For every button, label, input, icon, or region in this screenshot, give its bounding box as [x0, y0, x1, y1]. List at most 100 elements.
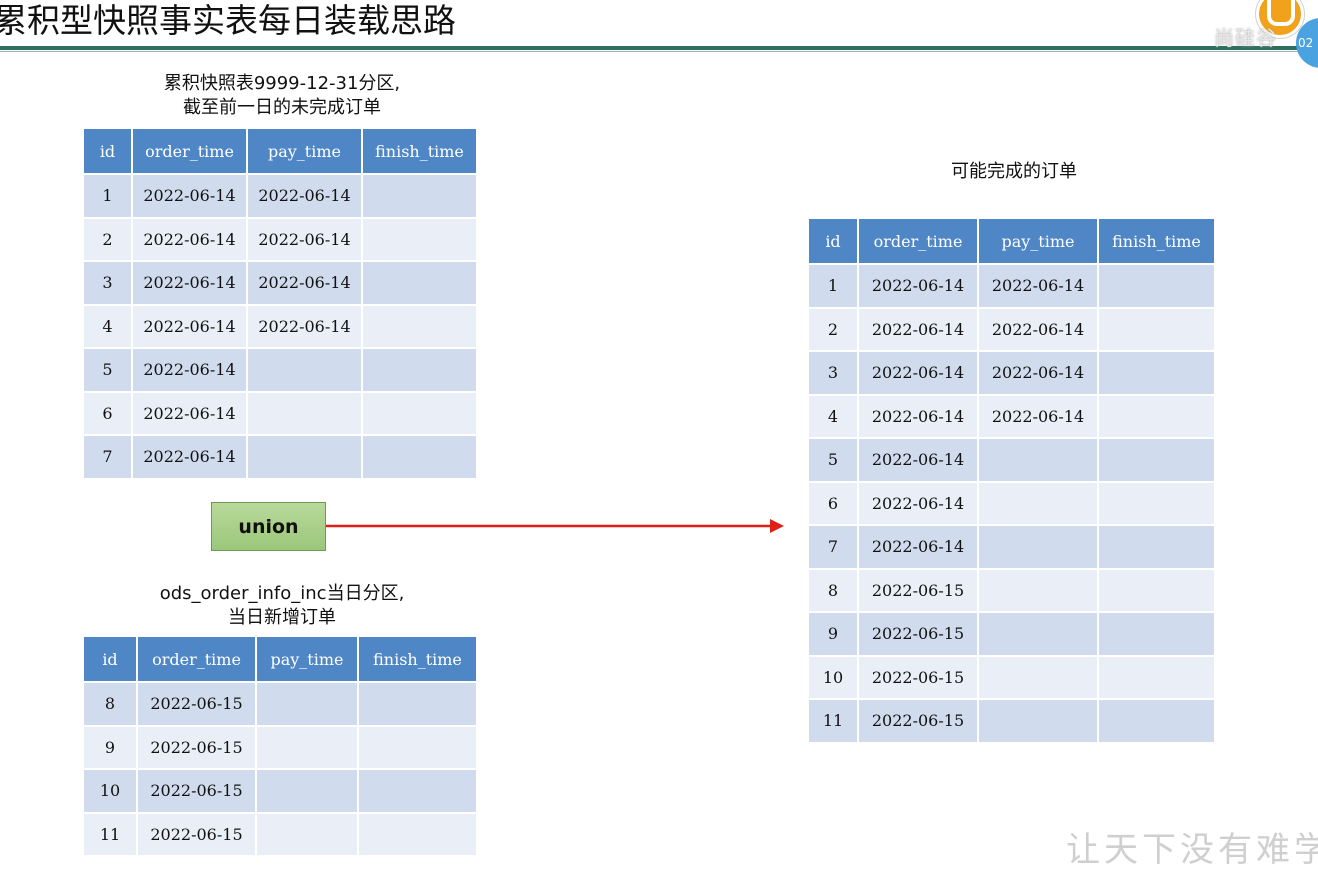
table-cell-order-time: 2022-06-14 — [859, 265, 977, 307]
table-cell-pay-time: 2022-06-14 — [979, 395, 1097, 437]
table-cell-id: 8 — [809, 569, 857, 611]
result-table-caption: 可能完成的订单 — [951, 161, 1077, 182]
table-cell-id: 10 — [809, 656, 857, 698]
table-row: 7 2022-06-14 — [809, 526, 1214, 568]
table-row: 8 2022-06-15 — [809, 569, 1214, 611]
title-underline — [0, 46, 1318, 50]
union-arrow-head-icon — [770, 519, 784, 533]
union-operator: union — [211, 502, 326, 551]
table-cell-id: 11 — [84, 813, 136, 855]
table-cell-pay-time: 2022-06-14 — [248, 262, 361, 304]
table-cell-finish-time — [363, 175, 476, 217]
column-header-order-time: order_time — [138, 637, 255, 681]
table-cell-order-time: 2022-06-15 — [859, 613, 977, 655]
table-cell-finish-time — [363, 392, 476, 434]
table-cell-finish-time — [359, 683, 476, 725]
logo-number: 02 — [1298, 36, 1314, 50]
table-row: 1 2022-06-14 2022-06-14 — [84, 175, 476, 217]
brand-logo-text: 尚硅谷 — [1214, 26, 1277, 50]
table-cell-order-time: 2022-06-15 — [138, 813, 255, 855]
table-cell-pay-time — [979, 526, 1097, 568]
table-cell-order-time: 2022-06-15 — [138, 683, 255, 725]
table-cell-pay-time: 2022-06-14 — [979, 265, 1097, 307]
column-header-id: id — [809, 219, 857, 263]
table-cell-finish-time — [1099, 482, 1214, 524]
table-cell-order-time: 2022-06-14 — [133, 392, 246, 434]
table-cell-id: 11 — [809, 700, 857, 742]
table-cell-order-time: 2022-06-14 — [133, 349, 246, 391]
table-cell-id: 7 — [84, 436, 131, 478]
table-row: 9 2022-06-15 — [809, 613, 1214, 655]
table-cell-order-time: 2022-06-14 — [133, 436, 246, 478]
table-row: 6 2022-06-14 — [84, 392, 476, 434]
table-cell-finish-time — [363, 262, 476, 304]
result-table: id order_time pay_time finish_time 1 2022-06… — [807, 217, 1216, 744]
table-cell-pay-time — [248, 349, 361, 391]
table-cell-order-time: 2022-06-14 — [133, 175, 246, 217]
table-cell-pay-time — [979, 482, 1097, 524]
column-header-finish-time: finish_time — [363, 129, 476, 173]
table-cell-finish-time — [1099, 613, 1214, 655]
table-cell-order-time: 2022-06-14 — [133, 305, 246, 347]
table-cell-id: 5 — [84, 349, 131, 391]
table-cell-pay-time — [248, 392, 361, 434]
table-cell-finish-time — [1099, 308, 1214, 350]
table-cell-id: 9 — [809, 613, 857, 655]
table-row: 2 2022-06-14 2022-06-14 — [809, 308, 1214, 350]
table-cell-pay-time: 2022-06-14 — [248, 175, 361, 217]
table-cell-order-time: 2022-06-14 — [133, 218, 246, 260]
table-cell-finish-time — [1099, 265, 1214, 307]
table-cell-pay-time — [979, 700, 1097, 742]
table-cell-finish-time — [1099, 526, 1214, 568]
column-header-finish-time: finish_time — [359, 637, 476, 681]
table-cell-pay-time: 2022-06-14 — [979, 352, 1097, 394]
table-cell-pay-time — [257, 813, 357, 855]
table-cell-id: 4 — [809, 395, 857, 437]
table-cell-order-time: 2022-06-14 — [133, 262, 246, 304]
table-cell-id: 6 — [84, 392, 131, 434]
union-arrow — [326, 519, 784, 533]
table-cell-id: 5 — [809, 439, 857, 481]
top-table-caption: 累积快照表9999-12-31分区, 截至前一日的未完成订单 — [84, 72, 480, 120]
table-cell-id: 1 — [84, 175, 131, 217]
table-cell-id: 2 — [809, 308, 857, 350]
table-cell-finish-time — [359, 770, 476, 812]
table-cell-id: 7 — [809, 526, 857, 568]
table-cell-pay-time — [979, 569, 1097, 611]
table-cell-pay-time: 2022-06-14 — [248, 305, 361, 347]
table-cell-pay-time: 2022-06-14 — [248, 218, 361, 260]
snapshot-table-header: id order_time pay_time finish_time — [84, 129, 476, 173]
title-underline-thin — [0, 51, 1318, 52]
table-row: 11 2022-06-15 — [809, 700, 1214, 742]
table-row: 3 2022-06-14 2022-06-14 — [809, 352, 1214, 394]
table-cell-order-time: 2022-06-14 — [859, 439, 977, 481]
table-row: 5 2022-06-14 — [84, 349, 476, 391]
column-header-id: id — [84, 637, 136, 681]
snapshot-table: id order_time pay_time finish_time 1 2022-06… — [82, 127, 478, 480]
table-cell-pay-time — [979, 656, 1097, 698]
column-header-pay-time: pay_time — [248, 129, 361, 173]
table-cell-finish-time — [1099, 352, 1214, 394]
table-cell-finish-time — [1099, 700, 1214, 742]
table-row: 4 2022-06-14 2022-06-14 — [809, 395, 1214, 437]
table-cell-pay-time — [257, 770, 357, 812]
table-cell-finish-time — [363, 218, 476, 260]
column-header-order-time: order_time — [133, 129, 246, 173]
table-cell-order-time: 2022-06-15 — [859, 656, 977, 698]
table-cell-id: 10 — [84, 770, 136, 812]
table-cell-id: 4 — [84, 305, 131, 347]
table-cell-id: 9 — [84, 726, 136, 768]
table-row: 10 2022-06-15 — [809, 656, 1214, 698]
column-header-order-time: order_time — [859, 219, 977, 263]
table-cell-finish-time — [363, 436, 476, 478]
column-header-pay-time: pay_time — [257, 637, 357, 681]
table-cell-id: 2 — [84, 218, 131, 260]
table-cell-pay-time — [257, 683, 357, 725]
table-cell-order-time: 2022-06-14 — [859, 395, 977, 437]
ods-increment-table: id order_time pay_time finish_time 8 2022-06… — [82, 635, 478, 857]
table-row: 6 2022-06-14 — [809, 482, 1214, 524]
top-table-caption-line2: 截至前一日的未完成订单 — [183, 97, 381, 118]
table-cell-order-time: 2022-06-15 — [859, 700, 977, 742]
table-row: 1 2022-06-14 2022-06-14 — [809, 265, 1214, 307]
result-table-header: id order_time pay_time finish_time — [809, 219, 1214, 263]
